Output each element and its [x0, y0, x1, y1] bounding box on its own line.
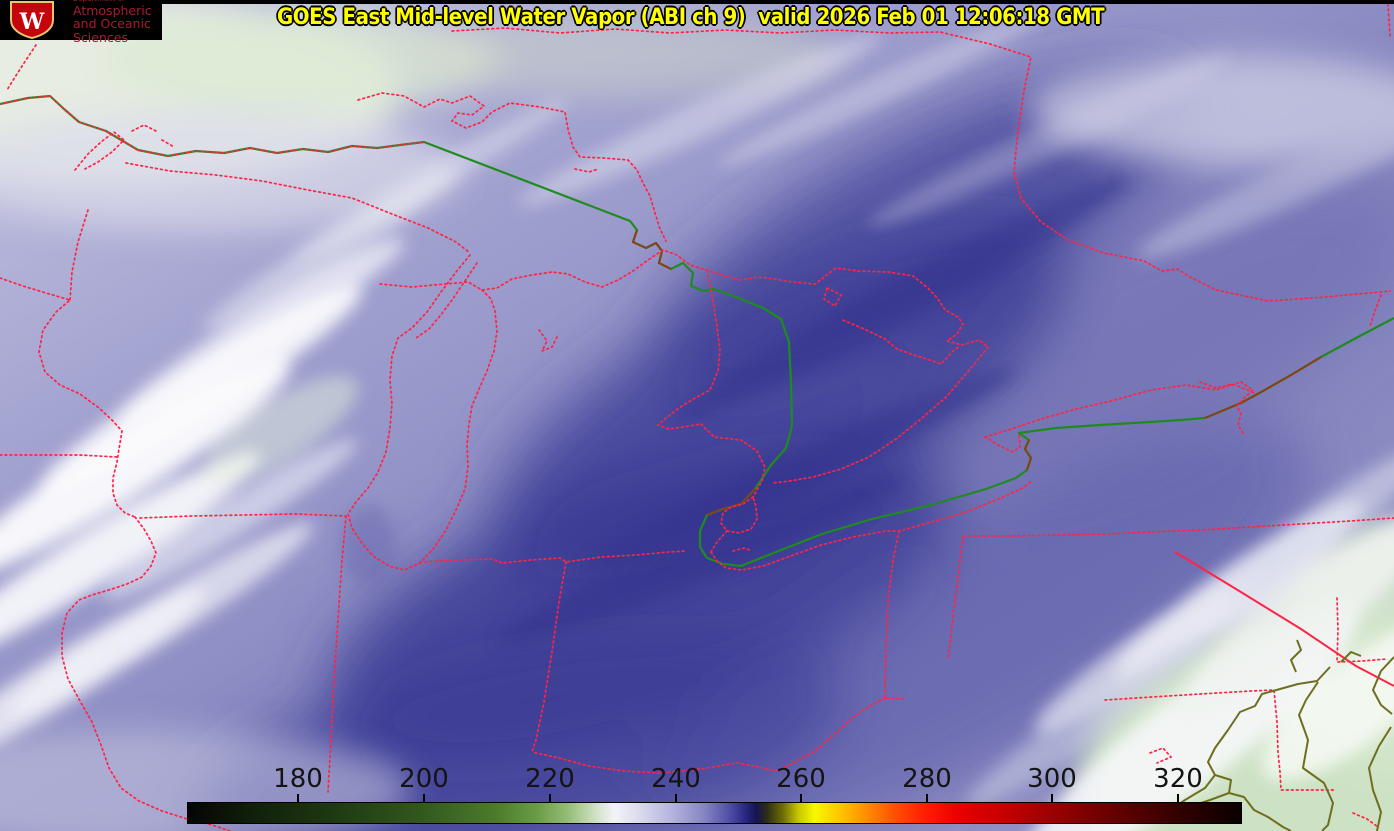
header-strip — [0, 0, 1394, 4]
uw-logo-block: W Department of Atmospheric and Oceanic … — [0, 0, 162, 44]
crest-letter: W — [19, 9, 45, 35]
uw-crest-logo: W — [10, 1, 54, 39]
image-title: GOES East Mid-level Water Vapor (ABI ch … — [277, 5, 1105, 30]
logo-line2: and Oceanic Sciences — [73, 16, 151, 45]
water-vapor-field — [0, 0, 1394, 831]
logo-text: Department of Atmospheric and Oceanic Sc… — [73, 0, 162, 44]
colorbar-gradient — [187, 802, 1242, 824]
weather-map-page: 180200220240260280300320 W Department of… — [0, 0, 1394, 831]
